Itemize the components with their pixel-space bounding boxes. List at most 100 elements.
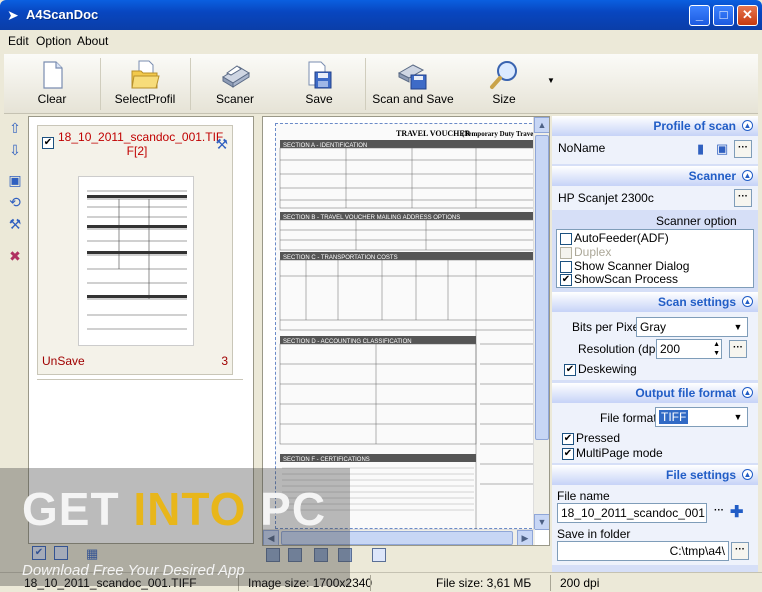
scan-and-save-button[interactable]: Scan and Save (370, 54, 456, 112)
file-format-select[interactable]: TIFF ▼ (655, 407, 748, 427)
rotate-icon[interactable]: ⟲ (7, 194, 23, 210)
scaner-button[interactable]: Scaner (200, 54, 270, 112)
scanner-icon (222, 65, 250, 88)
app-icon: ➤ (7, 7, 19, 23)
collapse-icon: ▲ (742, 469, 753, 480)
save-disk-icon (308, 61, 332, 89)
scanner-select-button[interactable]: ··· (734, 189, 752, 207)
doc-subtitle: (Temporary Duty Travel) (462, 130, 538, 138)
save-page-icon[interactable]: ▣ (7, 172, 23, 188)
magnifier-icon (490, 61, 517, 89)
watermark-logo: GET INTO PC (22, 483, 327, 535)
multipage-label: MultiPage mode (576, 446, 663, 460)
toolbar: Clear SelectProfil Scaner Save Scan and … (4, 54, 758, 114)
deskewing-checkbox[interactable]: ✔ (564, 364, 576, 376)
scanner-option-header: Scanner option (656, 214, 737, 228)
file-format-label: File format (600, 411, 657, 425)
browse-folder-button[interactable]: ··· (731, 542, 749, 560)
window-title: A4ScanDoc (26, 7, 99, 22)
status-dpi: 200 dpi (560, 576, 600, 590)
move-up-icon[interactable]: ⇧ (7, 120, 23, 136)
thumbnail-file-name: 18_10_2011_scandoc_001.TIF F[2] (58, 130, 224, 158)
resolution-more-button[interactable]: ··· (729, 340, 747, 358)
scanner-section: Scanner ▲ HP Scanjet 2300c ··· (552, 166, 758, 210)
add-icon[interactable]: ✚ (730, 502, 743, 522)
show-scan-process-checkbox[interactable]: ✔ (560, 274, 572, 286)
scroll-down-arrow-icon[interactable]: ▼ (534, 514, 549, 530)
save-in-folder-input[interactable]: C:\tmp\a4\ (557, 541, 729, 561)
multipage-checkbox[interactable]: ✔ (562, 448, 574, 460)
close-button[interactable]: ✕ (737, 5, 758, 26)
resolution-label: Resolution (dpi) (578, 342, 663, 356)
save-in-folder-label: Save in folder (557, 527, 631, 541)
minimize-button[interactable]: _ (689, 5, 710, 26)
settings-panel: Profile of scan ▲ NoName ▮ ▣ ··· Scanner ▲… (552, 116, 758, 572)
page-count: 3 (221, 354, 228, 368)
pressed-label: Pressed (576, 431, 621, 445)
bits-per-pixel-label: Bits per Pixel (572, 320, 643, 334)
status-file-size: File size: 3,61 МБ (436, 576, 532, 590)
profile-open-icon[interactable]: ▮ (697, 141, 704, 157)
deskewing-label: Deskewing (578, 362, 637, 376)
show-scanner-dialog-checkbox[interactable] (560, 261, 572, 273)
select-profil-button[interactable]: SelectProfil (104, 54, 186, 112)
file-name-more-button[interactable]: ··· (710, 504, 728, 522)
autofeeder-label: AutoFeeder(ADF) (574, 231, 669, 245)
collapse-icon: ▲ (742, 296, 753, 307)
resolution-input[interactable]: 200 ▲ ▼ (656, 339, 722, 359)
duplex-checkbox (560, 247, 572, 259)
thumbnail-card[interactable]: ✔ 18_10_2011_scandoc_001.TIF F[2] ⚒ UnSa… (37, 125, 233, 375)
file-settings-header[interactable]: File settings ▲ (552, 465, 758, 485)
vertical-scroll-thumb[interactable] (535, 135, 549, 440)
collapse-icon: ▲ (742, 170, 753, 181)
scanner-name: HP Scanjet 2300c (555, 189, 755, 209)
profile-section: Profile of scan ▲ NoName ▮ ▣ ··· (552, 116, 758, 164)
save-status: UnSave (42, 354, 85, 368)
fit-page-icon[interactable] (372, 548, 386, 562)
output-format-header[interactable]: Output file format ▲ (552, 383, 758, 403)
menu-option[interactable]: Option (36, 34, 71, 48)
duplex-label: Duplex (574, 245, 612, 259)
dropdown-arrow-icon: ▼ (733, 322, 743, 332)
file-settings-section: File settings ▲ File name 18_10_2011_scan… (552, 465, 758, 565)
delete-icon[interactable]: ✖ (7, 248, 23, 264)
size-button[interactable]: Size (474, 54, 534, 112)
move-down-icon[interactable]: ⇩ (7, 142, 23, 158)
maximize-button[interactable]: □ (713, 5, 734, 26)
dropdown-arrow-icon: ▼ (733, 412, 743, 422)
show-scan-process-label: ShowScan Process (574, 272, 679, 286)
collapse-icon: ▲ (742, 387, 753, 398)
wrench-icon[interactable]: ⚒ (7, 216, 23, 232)
thumbnail-checkbox[interactable]: ✔ (42, 137, 54, 149)
scan-settings-section: Scan settings ▲ Bits per Pixel Gray ▼ Reso… (552, 292, 758, 380)
pressed-checkbox[interactable]: ✔ (562, 433, 574, 445)
menu-about[interactable]: About (77, 34, 108, 48)
collapse-icon: ▲ (742, 120, 753, 131)
doc-title: TRAVEL VOUCHER (396, 129, 471, 138)
scanner-option-section: Scanner option AutoFeeder(ADF) Duplex Sh… (552, 212, 758, 292)
profile-header[interactable]: Profile of scan ▲ (552, 116, 758, 136)
scan-settings-header[interactable]: Scan settings ▲ (552, 292, 758, 312)
autofeeder-checkbox[interactable] (560, 233, 572, 245)
watermark-overlay: GET INTO PC Download Free Your Desired A… (0, 468, 350, 586)
file-name-input[interactable]: 18_10_2011_scandoc_001 (557, 503, 707, 523)
doc-section-f: SECTION F - CERTIFICATIONS (283, 457, 370, 463)
scanner-header[interactable]: Scanner ▲ (552, 166, 758, 186)
bits-per-pixel-select[interactable]: Gray ▼ (636, 317, 748, 337)
output-format-section: Output file format ▲ File format TIFF ▼ ✔ … (552, 383, 758, 463)
thumbnail-preview (78, 176, 194, 346)
toolbar-overflow-icon[interactable]: ▼ (547, 76, 555, 85)
menu-edit[interactable]: Edit (8, 34, 29, 48)
watermark-tagline: Download Free Your Desired App (22, 562, 245, 579)
scroll-up-arrow-icon[interactable]: ▲ (534, 117, 549, 133)
file-name-label: File name (557, 489, 610, 503)
vertical-scrollbar[interactable]: ▲ ▼ (533, 117, 549, 530)
save-button[interactable]: Save (288, 54, 350, 112)
scroll-right-arrow-icon[interactable]: ▶ (517, 530, 533, 545)
profile-save-icon[interactable]: ▣ (716, 141, 728, 157)
thumbnail-settings-icon[interactable]: ⚒ (215, 136, 228, 153)
clear-button[interactable]: Clear (12, 54, 92, 112)
spinner-icon: ▲ ▼ (713, 341, 720, 357)
scan-save-icon (397, 64, 427, 90)
profile-more-button[interactable]: ··· (734, 140, 752, 158)
